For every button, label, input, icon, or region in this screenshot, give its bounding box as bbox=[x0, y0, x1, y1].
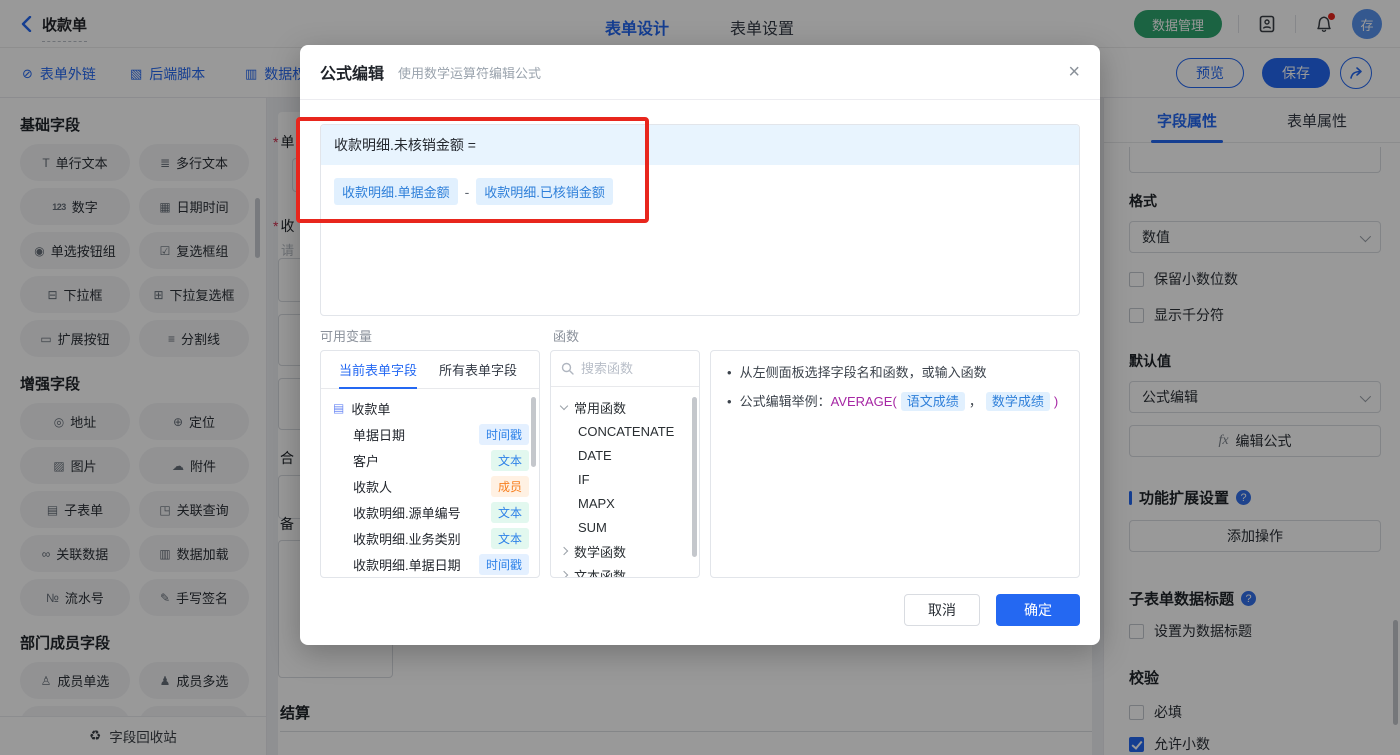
tab-current-form-fields[interactable]: 当前表单字段 bbox=[339, 351, 418, 389]
functions-label: 函数 bbox=[553, 329, 580, 344]
type-badge: 文本 bbox=[490, 527, 529, 549]
example-field-chip: 语文成绩 bbox=[900, 392, 965, 411]
tips-panel: • 从左侧面板选择字段名和函数，或输入函数 • 公式编辑举例：AVERAGE(语… bbox=[710, 350, 1080, 578]
formula-operand-chip[interactable]: 收款明细.已核销金额 bbox=[476, 178, 613, 205]
comma: ， bbox=[968, 394, 982, 409]
example-field-chip: 数学成绩 bbox=[985, 392, 1050, 411]
chevron-right-icon bbox=[559, 546, 569, 556]
variable-row[interactable]: 收款人 成员 bbox=[333, 473, 529, 499]
function-group-math[interactable]: 数学函数 bbox=[559, 539, 691, 563]
function-group-common[interactable]: 常用函数 bbox=[559, 395, 691, 419]
variables-label: 可用变量 bbox=[320, 329, 373, 344]
variable-row[interactable]: 单据日期 时间戳 bbox=[333, 421, 529, 447]
function-item[interactable]: IF bbox=[561, 467, 691, 491]
function-item[interactable]: MAPX bbox=[561, 491, 691, 515]
type-badge: 成员 bbox=[490, 475, 529, 497]
formula-operator: - bbox=[464, 183, 470, 200]
function-token: ) bbox=[1053, 394, 1059, 409]
tip-example-prefix: 公式编辑举例： bbox=[739, 394, 831, 409]
cancel-button[interactable]: 取消 bbox=[904, 594, 980, 626]
variables-panel: 当前表单字段 所有表单字段 ▤ 收款单 单据日期 时间戳 客户 文本 收款人 成… bbox=[320, 350, 540, 578]
modal-header: 公式编辑 使用数学运算符编辑公式 × bbox=[300, 45, 1100, 100]
formula-expression-row[interactable]: 收款明细.单据金额 - 收款明细.已核销金额 bbox=[321, 165, 1079, 218]
formula-target: 收款明细.未核销金额 = bbox=[334, 137, 476, 153]
formula-operand-chip[interactable]: 收款明细.单据金额 bbox=[334, 178, 458, 205]
function-item[interactable]: CONCATENATE bbox=[561, 419, 691, 443]
function-token: AVERAGE( bbox=[830, 394, 897, 409]
tip-text: 从左侧面板选择字段名和函数，或输入函数 bbox=[739, 365, 987, 380]
formula-editor[interactable]: 收款明细.未核销金额 = 收款明细.单据金额 - 收款明细.已核销金额 bbox=[320, 124, 1080, 316]
variable-root-label: 收款单 bbox=[351, 401, 391, 417]
variable-row[interactable]: 客户 文本 bbox=[333, 447, 529, 473]
function-group-label: 常用函数 bbox=[574, 400, 627, 416]
bullet: • bbox=[727, 394, 732, 409]
tip-line: • 从左侧面板选择字段名和函数，或输入函数 bbox=[727, 363, 1063, 383]
variable-row[interactable]: 收款明细.源单编号 文本 bbox=[333, 499, 529, 525]
modal-title: 公式编辑 bbox=[320, 66, 385, 83]
function-search-input[interactable] bbox=[581, 361, 681, 376]
search-icon bbox=[561, 362, 574, 375]
type-badge: 时间戳 bbox=[478, 423, 529, 445]
function-group-text[interactable]: 文本函数 bbox=[559, 563, 691, 578]
confirm-button[interactable]: 确定 bbox=[996, 594, 1080, 626]
variable-row[interactable]: 收款明细.单据日期 时间戳 bbox=[333, 551, 529, 577]
variable-label: 客户 bbox=[353, 453, 380, 469]
functions-panel: 常用函数 CONCATENATE DATE IF MAPX SUM 数学函数 文… bbox=[550, 350, 700, 578]
variable-label: 收款人 bbox=[353, 479, 393, 495]
variable-label: 收款明细.源单编号 bbox=[353, 505, 461, 521]
type-badge: 时间戳 bbox=[478, 553, 529, 575]
bullet: • bbox=[727, 365, 732, 380]
close-icon[interactable]: × bbox=[1068, 62, 1080, 82]
formula-editor-modal: 公式编辑 使用数学运算符编辑公式 × 收款明细.未核销金额 = 收款明细.单据金… bbox=[300, 45, 1100, 645]
function-search[interactable] bbox=[551, 351, 699, 387]
functions-scrollbar-thumb[interactable] bbox=[692, 397, 697, 557]
tab-all-form-fields[interactable]: 所有表单字段 bbox=[439, 351, 517, 389]
chevron-down-icon bbox=[559, 401, 569, 410]
variables-scrollbar-thumb[interactable] bbox=[531, 397, 536, 467]
variable-label: 单据日期 bbox=[353, 427, 406, 443]
document-icon: ▤ bbox=[333, 401, 345, 415]
variable-label: 收款明细.单据日期 bbox=[353, 557, 461, 573]
modal-subtitle: 使用数学运算符编辑公式 bbox=[398, 65, 542, 81]
function-item[interactable]: SUM bbox=[561, 515, 691, 539]
chevron-right-icon bbox=[559, 570, 569, 577]
function-group-label: 文本函数 bbox=[574, 568, 627, 578]
type-badge: 文本 bbox=[490, 501, 529, 523]
tip-example-line: • 公式编辑举例：AVERAGE(语文成绩，数学成绩) bbox=[727, 392, 1063, 412]
variable-tree-root[interactable]: ▤ 收款单 bbox=[333, 395, 529, 421]
variable-label: 收款明细.业务类别 bbox=[353, 531, 461, 547]
tip-example: 公式编辑举例：AVERAGE(语文成绩，数学成绩) bbox=[739, 392, 1059, 412]
function-group-label: 数学函数 bbox=[574, 544, 627, 560]
function-item[interactable]: DATE bbox=[561, 443, 691, 467]
type-badge: 文本 bbox=[490, 449, 529, 471]
variable-row[interactable]: 收款明细.业务类别 文本 bbox=[333, 525, 529, 551]
formula-target-row: 收款明细.未核销金额 = bbox=[321, 125, 1079, 165]
